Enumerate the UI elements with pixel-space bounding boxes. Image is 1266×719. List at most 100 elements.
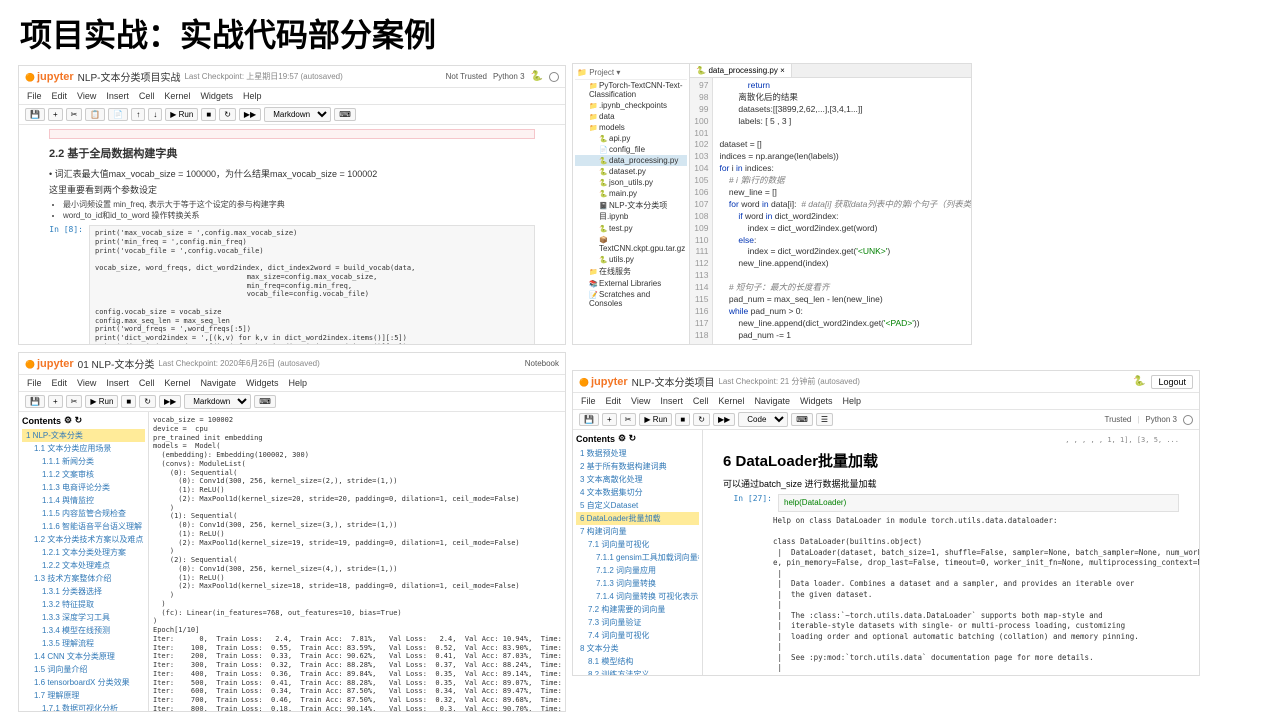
tree-item[interactable]: 📦TextCNN.ckpt.gpu.tar.gz [575,234,687,254]
tree-item[interactable]: 🐍data_processing.py [575,155,687,166]
stop-button[interactable]: ■ [201,108,216,121]
tree-item[interactable]: 🐍test.py [575,223,687,234]
menu-view[interactable]: View [631,396,650,406]
tree-item[interactable]: 📁data [575,111,687,122]
paste-button[interactable]: 📄 [108,108,128,121]
editor-tab[interactable]: 🐍 data_processing.py × [690,64,791,77]
toc-item[interactable]: 7 构建词向量 [576,525,699,538]
menu-help[interactable]: Help [243,91,262,101]
toc-item[interactable]: 1.2 文本分类技术方案以及难点 [22,533,145,546]
fastfw-button[interactable]: ▶▶ [159,395,181,408]
toc-item[interactable]: 1.2.1 文本分类处理方案 [22,546,145,559]
celltype-select[interactable]: Markdown [264,107,331,122]
tree-item[interactable]: 📁models [575,122,687,133]
restart-button[interactable]: ↻ [139,395,156,408]
menu-cell[interactable]: Cell [139,378,155,388]
run-button[interactable]: ▶ Run [165,108,198,121]
cut-button[interactable]: ✂ [620,413,637,426]
kernel-indicator[interactable] [549,72,559,82]
trust-badge[interactable]: Trusted [1105,415,1132,424]
toc-item[interactable]: 1.1.1 新闻分类 [22,455,145,468]
toc-item[interactable]: 1.6 tensorboardX 分类效果 [22,676,145,689]
tree-item[interactable]: 📄config_file [575,144,687,155]
project-header[interactable]: 📁 Project ▾ [575,66,687,80]
toc-item[interactable]: 8.2 训练方法定义 [576,668,699,675]
stop-button[interactable]: ■ [675,413,690,426]
menu-file[interactable]: File [581,396,596,406]
menu-widgets[interactable]: Widgets [200,91,233,101]
tree-item[interactable]: 📓NLP-文本分类项目.ipynb [575,199,687,223]
kernel-indicator[interactable] [1183,415,1193,425]
toc-item[interactable]: 1.1.4 舆情监控 [22,494,145,507]
code-cell[interactable]: In [27]: help(DataLoader) [723,494,1179,512]
toc-item[interactable]: 1.7.1 数据可视化分析 [22,702,145,711]
save-button[interactable]: 💾 [25,108,45,121]
toc-sidebar[interactable]: Contents ⚙ ↻ 1 NLP-文本分类1.1 文本分类应用场景1.1.1… [19,412,149,711]
menu-navigate[interactable]: Navigate [754,396,790,406]
toc-item[interactable]: 1.3.1 分类器选择 [22,585,145,598]
notebook-title[interactable]: NLP-文本分类项目 [632,374,715,389]
kernel-name[interactable]: Python 3 [493,72,525,81]
menu-view[interactable]: View [77,91,96,101]
code-area[interactable]: help(DataLoader) [778,494,1179,512]
tree-item[interactable]: 🐍dataset.py [575,166,687,177]
menu-insert[interactable]: Insert [106,378,129,388]
toc-item[interactable]: 1.3.5 理解流程 [22,637,145,650]
menu-edit[interactable]: Edit [52,378,68,388]
trust-badge[interactable]: Not Trusted [446,72,487,81]
tree-item[interactable]: 🐍utils.py [575,254,687,265]
jupyter-logo[interactable]: jupyter [25,358,74,370]
tree-item[interactable]: 🐍api.py [575,133,687,144]
jupyter-logo[interactable]: jupyter [25,71,74,83]
cut-button[interactable]: ✂ [66,395,83,408]
toc-item[interactable]: 1.1.5 内容监管合规检查 [22,507,145,520]
menu-kernel[interactable]: Kernel [164,91,190,101]
save-button[interactable]: 💾 [579,413,599,426]
menu-kernel[interactable]: Kernel [718,396,744,406]
run-button[interactable]: ▶ Run [85,395,118,408]
project-tree[interactable]: 📁 Project ▾ 📁PyTorch-TextCNN-Text-Classi… [573,64,690,344]
tree-item[interactable]: 📁在线服务 [575,265,687,278]
toc-item[interactable]: 7.3 词向量验证 [576,616,699,629]
notebook-title[interactable]: 01 NLP-文本分类 [78,356,155,371]
code-lines[interactable]: return 离散化后的结果 datasets:[[3899,2,62,...]… [713,78,972,345]
toc-item[interactable]: 7.1.4 词向量转换 可视化表示 [576,590,699,603]
run-button[interactable]: ▶ Run [639,413,672,426]
toc-toggle-button[interactable]: ☰ [816,413,833,426]
toc-item[interactable]: 4 文本数据集切分 [576,486,699,499]
menu-edit[interactable]: Edit [606,396,622,406]
add-cell-button[interactable]: + [48,395,63,408]
menu-help[interactable]: Help [288,378,307,388]
logout-button[interactable]: Logout [1151,375,1193,389]
move-up-button[interactable]: ↑ [131,108,145,121]
toc-item[interactable]: 7.4 词向量可视化 [576,629,699,642]
toc-item[interactable]: 7.1.2 词向量应用 [576,564,699,577]
fastfw-button[interactable]: ▶▶ [713,413,735,426]
command-palette-button[interactable]: ⌨ [334,108,356,121]
toc-item[interactable]: 1 NLP-文本分类 [22,429,145,442]
stop-button[interactable]: ■ [121,395,136,408]
menu-view[interactable]: View [77,378,96,388]
tree-item[interactable]: 📁PyTorch-TextCNN-Text-Classification [575,80,687,100]
command-palette-button[interactable]: ⌨ [254,395,276,408]
add-cell-button[interactable]: + [602,413,617,426]
menu-file[interactable]: File [27,378,42,388]
toc-item[interactable]: 7.1.3 词向量转换 [576,577,699,590]
celltype-select[interactable]: Markdown [184,394,251,409]
toc-item[interactable]: 1.3.4 模型在线预测 [22,624,145,637]
restart-button[interactable]: ↻ [219,108,236,121]
code-editor[interactable]: 97 98 99 100 101 102 103 104 105 106 107… [690,78,972,345]
toc-item[interactable]: 1.1.6 智能语音平台语义理解 [22,520,145,533]
toc-item[interactable]: 1.4 CNN 文本分类原理 [22,650,145,663]
jupyter-logo[interactable]: jupyter [579,376,628,388]
copy-button[interactable]: 📋 [85,108,105,121]
tree-item[interactable]: 🐍main.py [575,188,687,199]
toc-item[interactable]: 1.5 词向量介绍 [22,663,145,676]
toc-item[interactable]: 8.1 模型结构 [576,655,699,668]
toc-item[interactable]: 3 文本离散化处理 [576,473,699,486]
move-down-button[interactable]: ↓ [148,108,162,121]
toc-item[interactable]: 1.1.2 文案审核 [22,468,145,481]
menu-help[interactable]: Help [842,396,861,406]
kernel-name[interactable]: Python 3 [1145,415,1177,424]
cut-button[interactable]: ✂ [66,108,83,121]
